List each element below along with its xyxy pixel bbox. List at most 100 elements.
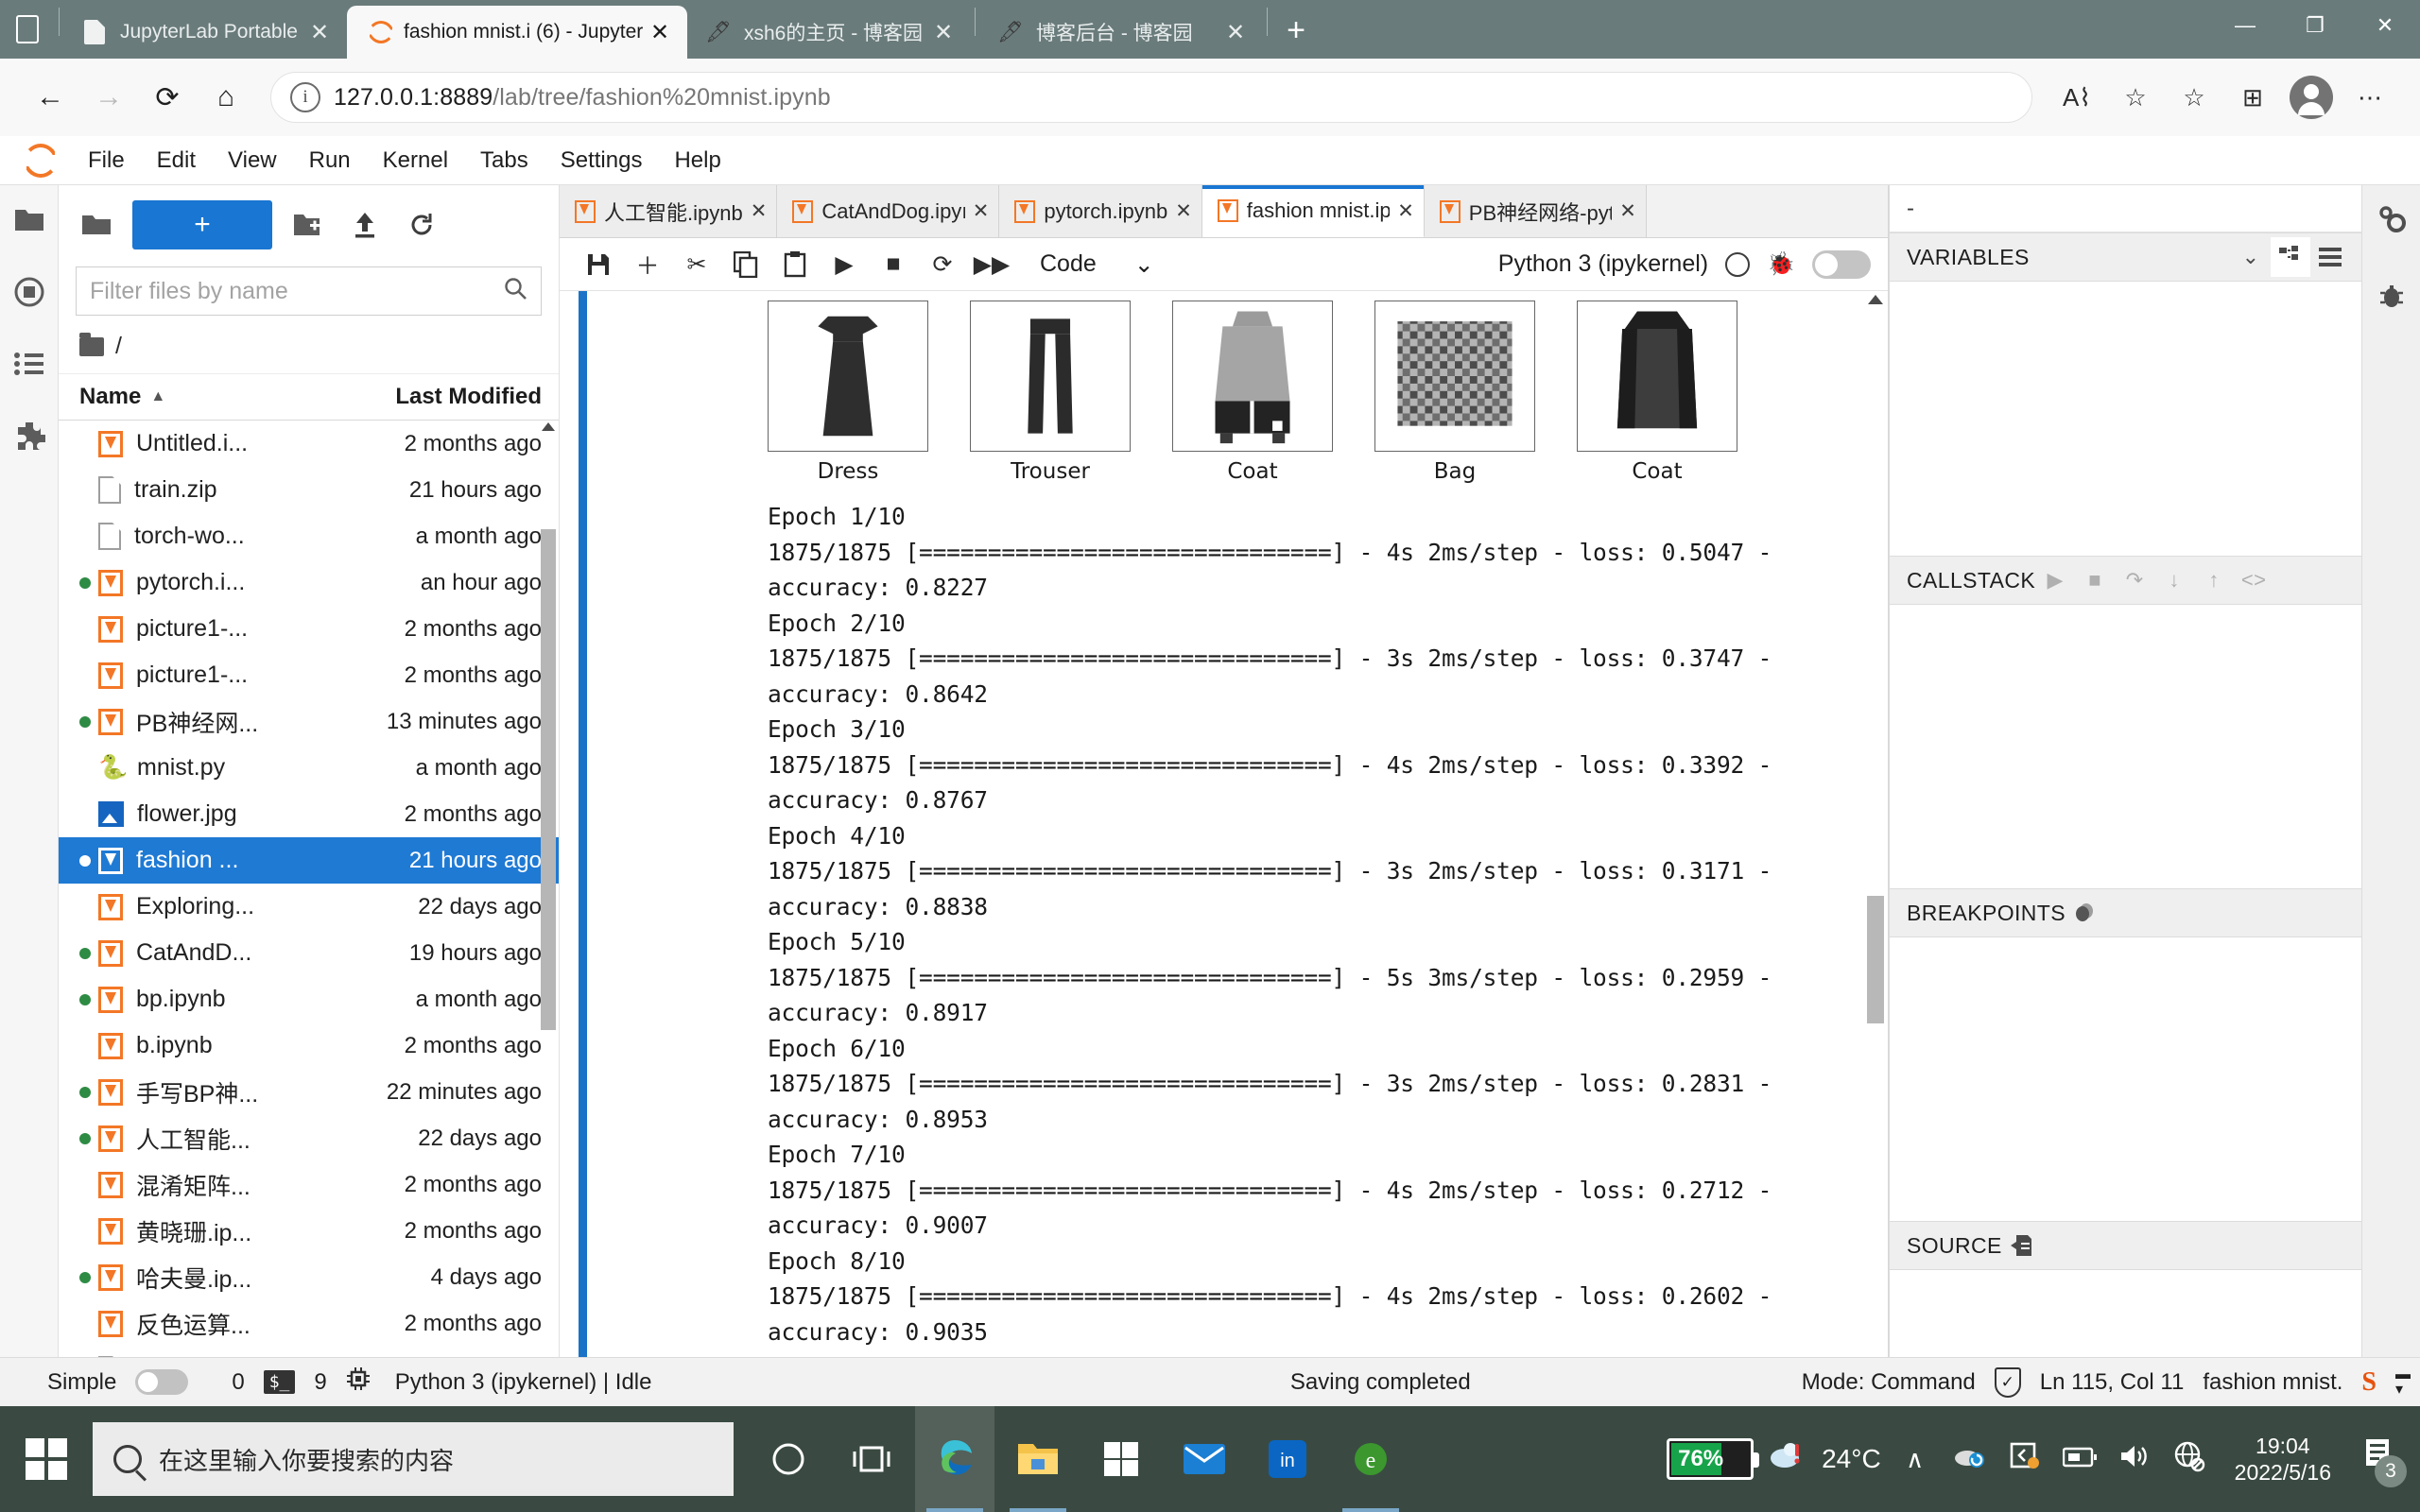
- file-filter-input[interactable]: [90, 278, 503, 305]
- reload-icon[interactable]: ⟳: [138, 68, 197, 127]
- file-list[interactable]: Untitled.i...2 months agotrain.zip21 hou…: [59, 421, 559, 1406]
- browser-tab-fashion-mnist[interactable]: fashion mnist.i (6) - JupyterLab ✕: [347, 6, 687, 59]
- kernel-status-label[interactable]: Python 3 (ipykernel) | Idle: [395, 1369, 652, 1396]
- cortana-icon[interactable]: [749, 1406, 828, 1512]
- file-list-item[interactable]: flower.jpg2 months ago: [59, 791, 559, 837]
- file-list-item[interactable]: b.ipynb2 months ago: [59, 1022, 559, 1069]
- cell-type-dropdown[interactable]: Code ⌄: [1040, 250, 1154, 279]
- file-list-item[interactable]: fashion ...21 hours ago: [59, 837, 559, 884]
- evaluate-code-icon[interactable]: <>: [2234, 560, 2273, 600]
- file-browser-icon[interactable]: [8, 198, 51, 242]
- notebook-tab[interactable]: pytorch.ipynb✕: [999, 185, 1201, 237]
- show-hidden-icons-icon[interactable]: ∧: [1894, 1445, 1936, 1474]
- network-blocked-icon[interactable]: [2169, 1440, 2210, 1479]
- profile-avatar[interactable]: [2282, 68, 2341, 127]
- copy-icon[interactable]: [724, 243, 768, 286]
- new-tab-button[interactable]: +: [1271, 6, 1321, 55]
- chevron-down-icon[interactable]: ⌄: [2231, 237, 2271, 277]
- debugger-section-breakpoints[interactable]: BREAKPOINTS: [1890, 888, 2361, 937]
- file-list-item[interactable]: pytorch.i...an hour ago: [59, 559, 559, 606]
- debugger-toggle[interactable]: [1812, 250, 1871, 279]
- close-icon[interactable]: ✕: [751, 199, 768, 223]
- weather-temperature-label[interactable]: 24°C: [1822, 1444, 1881, 1474]
- collections-icon[interactable]: ⊞: [2223, 68, 2282, 127]
- menu-help[interactable]: Help: [658, 144, 736, 178]
- file-list-item[interactable]: train.zip21 hours ago: [59, 467, 559, 513]
- add-to-favorites-icon[interactable]: ☆: [2106, 68, 2165, 127]
- terminate-icon[interactable]: ■: [2075, 560, 2115, 600]
- step-over-icon[interactable]: ↷: [2115, 560, 2154, 600]
- simple-mode-toggle[interactable]: [135, 1369, 188, 1395]
- column-header-name[interactable]: Name ▲: [79, 384, 324, 410]
- restart-run-all-icon[interactable]: ▶▶: [970, 243, 1013, 286]
- terminal-icon[interactable]: $_: [264, 1370, 296, 1394]
- notification-center-icon[interactable]: 3: [2356, 1436, 2401, 1482]
- menu-kernel[interactable]: Kernel: [367, 144, 464, 178]
- step-out-icon[interactable]: ↑: [2194, 560, 2234, 600]
- address-bar[interactable]: i 127.0.0.1:8889/lab/tree/fashion%20mnis…: [270, 72, 2032, 123]
- close-icon[interactable]: ✕: [927, 16, 959, 48]
- app-tray-icon[interactable]: [2004, 1442, 2046, 1477]
- kernel-name-label[interactable]: Python 3 (ipykernel): [1498, 250, 1708, 278]
- sogou-ime-icon[interactable]: S: [2361, 1367, 2377, 1398]
- cloud-alert-icon[interactable]: [1767, 1441, 1808, 1478]
- remove-all-breakpoints-icon[interactable]: [2066, 893, 2105, 933]
- file-list-item[interactable]: 混淆矩阵...2 months ago: [59, 1161, 559, 1208]
- site-info-icon[interactable]: i: [290, 82, 320, 112]
- scroll-up-icon[interactable]: [1868, 295, 1883, 304]
- minimize-button[interactable]: —: [2210, 0, 2280, 51]
- settings-more-icon[interactable]: ⋯: [2341, 68, 2399, 127]
- file-list-item[interactable]: 人工智能...22 days ago: [59, 1115, 559, 1161]
- file-list-item[interactable]: bp.ipynba month ago: [59, 976, 559, 1022]
- tree-view-icon[interactable]: [2271, 237, 2310, 277]
- file-list-item[interactable]: torch-wo...a month ago: [59, 513, 559, 559]
- terminals-count[interactable]: 0: [232, 1369, 244, 1396]
- file-list-item[interactable]: 哈夫曼.ip...4 days ago: [59, 1254, 559, 1300]
- breadcrumb[interactable]: /: [59, 321, 559, 374]
- windows-start-icon[interactable]: [0, 1406, 93, 1512]
- notebook-tab[interactable]: fashion mnist.ip✕: [1202, 185, 1425, 237]
- property-inspector-icon[interactable]: [2370, 197, 2413, 240]
- file-list-item[interactable]: CatAndD...19 hours ago: [59, 930, 559, 976]
- ime-menu-icon[interactable]: ▬▾: [2395, 1367, 2411, 1398]
- menu-tabs[interactable]: Tabs: [464, 144, 544, 178]
- close-icon[interactable]: ✕: [1175, 199, 1192, 223]
- insert-cell-icon[interactable]: ＋: [626, 243, 669, 286]
- file-list-item[interactable]: 手写BP神...22 minutes ago: [59, 1069, 559, 1115]
- file-filter-box[interactable]: [76, 266, 542, 316]
- back-icon[interactable]: ←: [21, 68, 79, 127]
- cut-icon[interactable]: ✂: [675, 243, 718, 286]
- menu-edit[interactable]: Edit: [141, 144, 212, 178]
- linkedin-icon[interactable]: in: [1248, 1406, 1327, 1512]
- close-icon[interactable]: ✕: [1397, 199, 1414, 223]
- favorites-icon[interactable]: ☆: [2165, 68, 2223, 127]
- scrollbar-thumb[interactable]: [1867, 896, 1884, 1023]
- edge-icon[interactable]: [915, 1406, 994, 1512]
- notebook-tab[interactable]: CatAndDog.ipyı✕: [777, 185, 999, 237]
- file-list-item[interactable]: picture1-...2 months ago: [59, 606, 559, 652]
- read-aloud-icon[interactable]: A⌇: [2048, 68, 2106, 127]
- browser-tab-blog-admin[interactable]: 🖋 博客后台 - 博客园 ✕: [979, 6, 1263, 59]
- mail-icon[interactable]: [1165, 1406, 1244, 1512]
- new-launcher-button[interactable]: +: [132, 200, 272, 249]
- battery-percent-indicator[interactable]: 76%: [1667, 1438, 1754, 1480]
- browser-tab-xsh6-blog[interactable]: 🖋 xsh6的主页 - 博客园 ✕: [687, 6, 971, 59]
- close-icon[interactable]: ✕: [1619, 199, 1636, 223]
- close-window-button[interactable]: ✕: [2350, 0, 2420, 51]
- menu-view[interactable]: View: [212, 144, 293, 178]
- menu-file[interactable]: File: [72, 144, 141, 178]
- browser-tab-jupyterlab-portable[interactable]: JupyterLab Portable ✕: [63, 6, 347, 59]
- scrollbar-thumb[interactable]: [541, 529, 556, 1030]
- kernels-count[interactable]: 9: [314, 1369, 326, 1396]
- task-view-icon[interactable]: [832, 1406, 911, 1512]
- restart-kernel-icon[interactable]: ⟳: [921, 243, 964, 286]
- trusted-shield-icon[interactable]: ✓: [1995, 1367, 2021, 1398]
- notebook-tab[interactable]: 人工智能.ipynb✕: [560, 185, 777, 237]
- commands-icon[interactable]: [8, 342, 51, 386]
- file-list-item[interactable]: PB神经网...13 minutes ago: [59, 698, 559, 745]
- menu-run[interactable]: Run: [293, 144, 367, 178]
- file-list-item[interactable]: 反色运算...2 months ago: [59, 1300, 559, 1347]
- debugger-section-source[interactable]: SOURCE: [1890, 1221, 2361, 1270]
- close-icon[interactable]: ✕: [1219, 16, 1252, 48]
- notebook-scrollbar[interactable]: [1867, 291, 1884, 1406]
